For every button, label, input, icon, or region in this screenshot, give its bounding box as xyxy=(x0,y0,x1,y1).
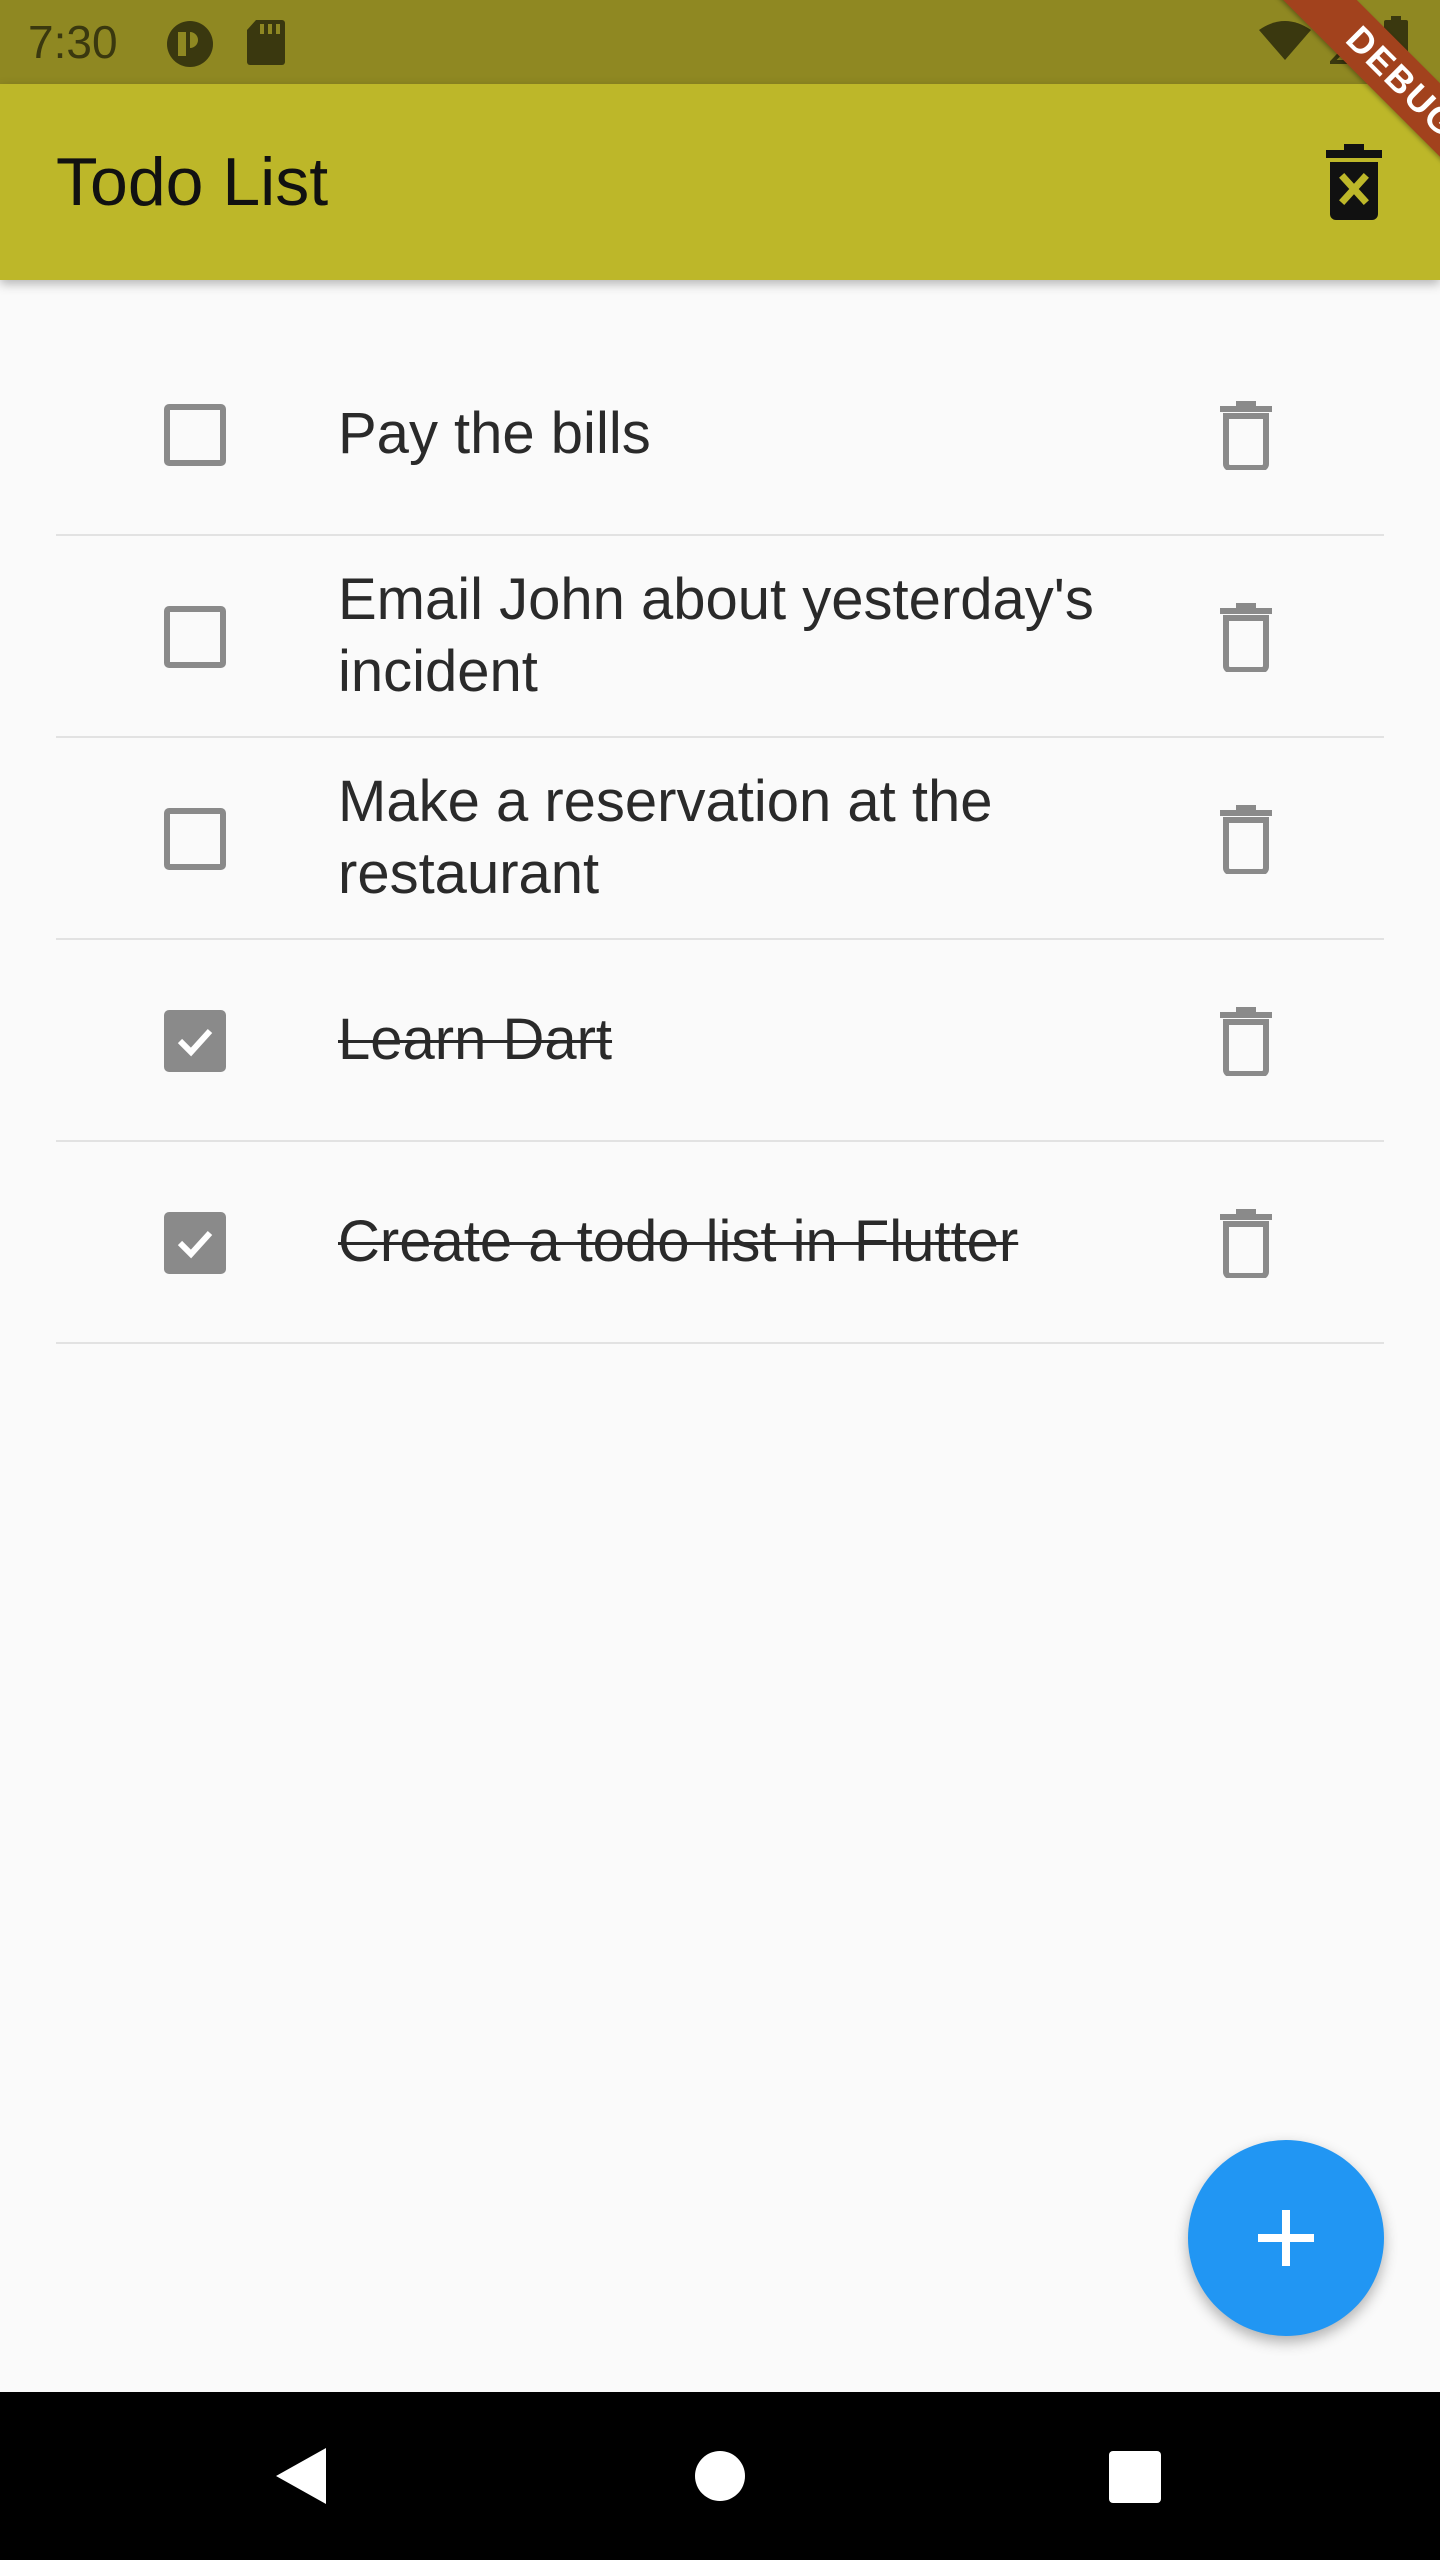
data-saver-icon xyxy=(164,18,216,75)
delete-todo-button[interactable] xyxy=(1218,1006,1274,1077)
trash-icon xyxy=(1220,603,1272,673)
check-icon xyxy=(177,1230,213,1259)
battery-icon xyxy=(1382,16,1410,71)
todo-checkbox[interactable] xyxy=(164,606,226,668)
trash-icon xyxy=(1220,805,1272,875)
todo-text: Make a reservation at the restaurant xyxy=(338,769,993,906)
todo-text: Learn Dart xyxy=(338,1007,613,1072)
todo-text: Email John about yesterday's incident xyxy=(338,567,1094,704)
cell-signal-icon xyxy=(1327,16,1372,69)
delete-todo-button[interactable] xyxy=(1218,1208,1274,1279)
check-icon xyxy=(177,1028,213,1057)
wifi-icon xyxy=(1258,20,1312,67)
todo-list: Pay the bills Email John about yesterday… xyxy=(56,334,1384,1344)
status-bar: 7:30 xyxy=(0,0,1440,84)
home-button[interactable] xyxy=(694,2450,746,2502)
delete-todo-button[interactable] xyxy=(1218,400,1274,471)
trash-icon xyxy=(1220,1007,1272,1077)
todo-checkbox[interactable] xyxy=(164,404,226,466)
todo-item: Learn Dart xyxy=(56,940,1384,1142)
todo-item: Email John about yesterday's incident xyxy=(56,536,1384,738)
back-icon xyxy=(276,2448,326,2504)
add-todo-button[interactable] xyxy=(1188,2140,1384,2336)
todo-checkbox[interactable] xyxy=(164,1212,226,1274)
recents-icon xyxy=(1109,2451,1161,2503)
todo-item: Pay the bills xyxy=(56,334,1384,536)
trash-icon xyxy=(1220,1209,1272,1279)
recents-button[interactable] xyxy=(1108,2450,1162,2504)
status-time: 7:30 xyxy=(28,16,118,68)
delete-todo-button[interactable] xyxy=(1218,602,1274,673)
todo-checkbox[interactable] xyxy=(164,1010,226,1072)
todo-text: Create a todo list in Flutter xyxy=(338,1209,1019,1274)
page-title: Todo List xyxy=(56,144,329,220)
delete-forever-icon xyxy=(1326,144,1382,220)
todo-text: Pay the bills xyxy=(338,401,651,466)
clear-all-button[interactable] xyxy=(1318,142,1390,222)
app-bar: Todo List xyxy=(0,84,1440,280)
back-button[interactable] xyxy=(272,2444,332,2508)
sd-card-icon xyxy=(246,18,286,71)
delete-todo-button[interactable] xyxy=(1218,804,1274,875)
navigation-bar xyxy=(0,2392,1440,2560)
todo-item: Create a todo list in Flutter xyxy=(56,1142,1384,1344)
plus-icon xyxy=(1258,2210,1314,2266)
todo-item: Make a reservation at the restaurant xyxy=(56,738,1384,940)
home-icon xyxy=(695,2451,745,2501)
todo-checkbox[interactable] xyxy=(164,808,226,870)
trash-icon xyxy=(1220,401,1272,471)
